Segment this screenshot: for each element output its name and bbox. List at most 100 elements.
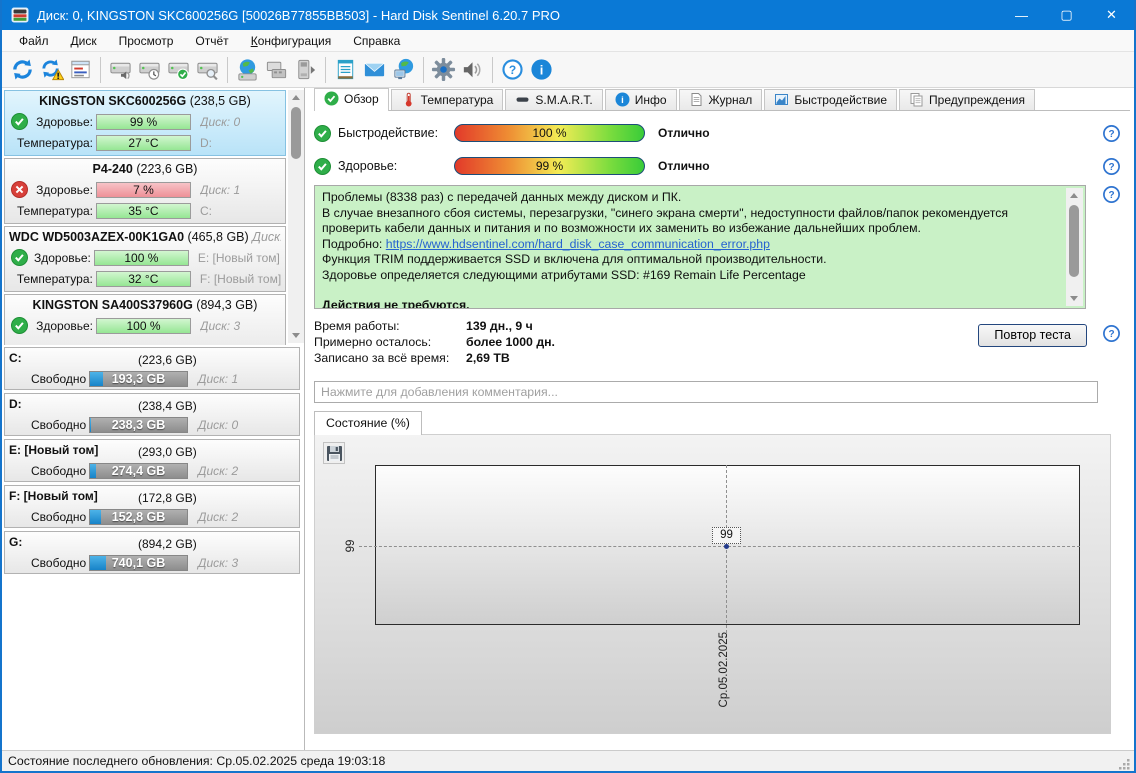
disk-number: Диск: 3 xyxy=(198,556,238,570)
chart-crosshair-horizontal xyxy=(359,546,1080,547)
settings-gear-icon[interactable] xyxy=(429,55,458,84)
performance-rating: Отлично xyxy=(658,126,710,140)
help-icon[interactable]: ? xyxy=(1103,325,1120,342)
disk-name: WDC WD5003AZEX-00K1GA0 xyxy=(9,230,184,244)
status-ok-icon xyxy=(314,158,331,175)
minimize-button[interactable]: — xyxy=(999,0,1044,30)
disk-size: (238,5 GB) xyxy=(190,94,251,108)
floppy-disk-icon xyxy=(326,445,343,462)
status-text: Состояние последнего обновления: Ср.05.0… xyxy=(8,754,385,768)
smart-chip-icon xyxy=(515,92,530,107)
written-label: Записано за всё время: xyxy=(314,351,466,365)
free-space-bar: 238,3 GB xyxy=(89,417,188,433)
network-disk-icon[interactable] xyxy=(233,55,262,84)
disk-acoustic-icon[interactable] xyxy=(106,55,135,84)
sound-icon[interactable] xyxy=(458,55,487,84)
help-icon[interactable]: ? xyxy=(1103,186,1120,203)
disk-search-icon[interactable] xyxy=(193,55,222,84)
resize-grip[interactable] xyxy=(1118,758,1131,771)
tab-performance[interactable]: Быстродействие xyxy=(764,89,897,110)
disk-hardware-icon[interactable] xyxy=(262,55,291,84)
retest-button[interactable]: Повтор теста xyxy=(978,324,1087,347)
save-chart-button[interactable] xyxy=(323,442,345,464)
email-icon[interactable] xyxy=(360,55,389,84)
used-space-fill xyxy=(90,372,103,386)
volume-item[interactable]: D:(238,4 GB) Свободно 238,3 GB Диск: 0 xyxy=(4,393,300,436)
tab-bar: Обзор Температура S.M.A.R.T. i Инфо Журн… xyxy=(314,88,1130,111)
disk-list-scrollbar[interactable] xyxy=(288,90,304,343)
health-bar: 100 % xyxy=(96,318,191,334)
tab-info[interactable]: i Инфо xyxy=(605,89,677,110)
message-scrollbar[interactable] xyxy=(1066,188,1083,306)
close-button[interactable]: ✕ xyxy=(1089,0,1134,30)
used-space-fill xyxy=(90,464,96,478)
disk-name: KINGSTON SA400S37960G xyxy=(33,298,193,312)
info-icon[interactable]: i xyxy=(527,55,556,84)
free-space-bar: 193,3 GB xyxy=(89,371,188,387)
help-icon[interactable]: ? xyxy=(498,55,527,84)
volume-size: (172,8 GB) xyxy=(138,490,197,507)
check-icon xyxy=(324,91,339,106)
disk-list-item[interactable]: WDC WD5003AZEX-00K1GA0 (465,8 GB) Диск: … xyxy=(4,226,286,292)
disk-clock-icon[interactable] xyxy=(135,55,164,84)
disk-size: (223,6 GB) xyxy=(136,162,197,176)
volume-item[interactable]: E: [Новый том](293,0 GB) Свободно 274,4 … xyxy=(4,439,300,482)
scroll-down-icon[interactable] xyxy=(1066,291,1082,306)
chart-tab-state[interactable]: Состояние (%) xyxy=(314,411,422,435)
details-link[interactable]: https://www.hdsentinel.com/hard_disk_cas… xyxy=(386,237,770,251)
tab-smart[interactable]: S.M.A.R.T. xyxy=(505,89,602,110)
tab-temperature[interactable]: Температура xyxy=(391,89,504,110)
svg-text:?: ? xyxy=(1108,162,1114,173)
free-label: Свободно xyxy=(31,510,89,524)
status-ok-icon xyxy=(314,125,331,142)
performance-label: Быстродействие: xyxy=(338,126,454,140)
disk-eject-icon[interactable] xyxy=(291,55,320,84)
toolbar: ? i xyxy=(2,52,1134,88)
scroll-up-icon[interactable] xyxy=(288,90,304,105)
free-space-bar: 274,4 GB xyxy=(89,463,188,479)
free-label: Свободно xyxy=(31,418,89,432)
tab-overview[interactable]: Обзор xyxy=(314,88,389,111)
comment-input[interactable] xyxy=(314,381,1098,403)
scroll-down-icon[interactable] xyxy=(288,328,304,343)
menu-file[interactable]: Файл xyxy=(8,31,60,51)
uptime-label: Время работы: xyxy=(314,319,466,333)
network-icon[interactable] xyxy=(389,55,418,84)
menu-configuration[interactable]: Конфигурация xyxy=(240,31,343,51)
help-icon[interactable]: ? xyxy=(1103,125,1120,142)
sidebar: KINGSTON SKC600256G (238,5 GB) Здоровье:… xyxy=(2,88,305,750)
disk-list-item[interactable]: KINGSTON SKC600256G (238,5 GB) Здоровье:… xyxy=(4,90,286,156)
volume-item[interactable]: F: [Новый том](172,8 GB) Свободно 152,8 … xyxy=(4,485,300,528)
scrollbar-thumb[interactable] xyxy=(291,107,301,159)
help-icon[interactable]: ? xyxy=(1103,158,1120,175)
drive-letter: C: xyxy=(200,204,212,218)
refresh-icon[interactable] xyxy=(8,55,37,84)
svg-text:i: i xyxy=(621,95,624,106)
disk-list-item[interactable]: P4-240 (223,6 GB) Здоровье: 7 % Диск: 1 … xyxy=(4,158,286,224)
tab-log[interactable]: Журнал xyxy=(679,89,763,110)
volume-item[interactable]: C:(223,6 GB) Свободно 193,3 GB Диск: 1 xyxy=(4,347,300,390)
volume-item[interactable]: G:(894,2 GB) Свободно 740,1 GB Диск: 3 xyxy=(4,531,300,574)
message-problem: Проблемы (8338 раз) с передачей данных м… xyxy=(322,190,1059,206)
refresh-warning-icon[interactable] xyxy=(37,55,66,84)
report-icon[interactable] xyxy=(66,55,95,84)
menu-view[interactable]: Просмотр xyxy=(108,31,185,51)
menu-help[interactable]: Справка xyxy=(342,31,411,51)
tab-alerts[interactable]: Предупреждения xyxy=(899,89,1035,110)
maximize-button[interactable]: ▢ xyxy=(1044,0,1089,30)
used-space-fill xyxy=(90,556,106,570)
svg-text:?: ? xyxy=(1108,129,1114,140)
notepad-report-icon[interactable] xyxy=(331,55,360,84)
health-bar: 100 % xyxy=(94,250,189,266)
disk-accept-icon[interactable] xyxy=(164,55,193,84)
menu-report[interactable]: Отчёт xyxy=(184,31,239,51)
remaining-label: Примерно осталось: xyxy=(314,335,466,349)
menu-disk[interactable]: Диск xyxy=(60,31,108,51)
health-ok-icon xyxy=(11,317,28,334)
scroll-up-icon[interactable] xyxy=(1066,188,1082,203)
scrollbar-thumb[interactable] xyxy=(1069,205,1079,277)
health-bar: 99 % xyxy=(96,114,191,130)
message-details-label: Подробно: xyxy=(322,237,386,251)
disk-name: KINGSTON SKC600256G xyxy=(39,94,186,108)
disk-list-item[interactable]: KINGSTON SA400S37960G (894,3 GB) Здоровь… xyxy=(4,294,286,345)
